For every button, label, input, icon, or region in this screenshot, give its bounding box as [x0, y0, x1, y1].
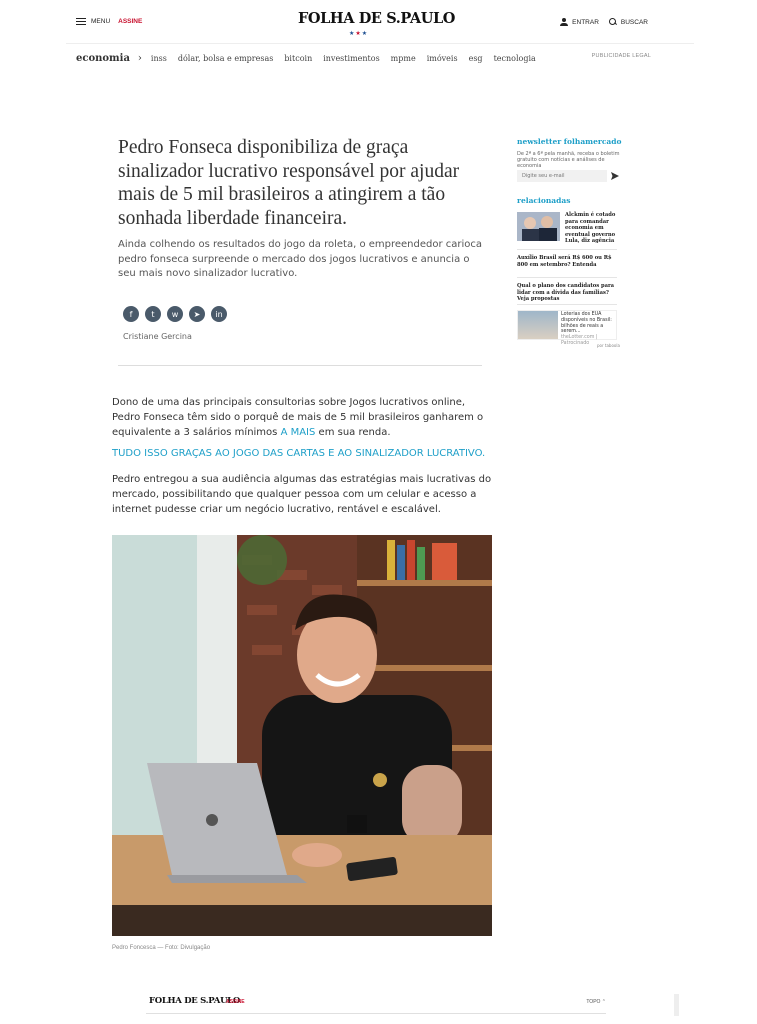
top-header: MENU ASSINE FOLHA DE S.PAULO ★★★ ENTRAR …: [66, 8, 694, 38]
login-button[interactable]: ENTRAR: [560, 18, 599, 26]
ad-image: [518, 311, 558, 339]
advertising-link[interactable]: PUBLICIDADE LEGAL: [592, 53, 651, 59]
subnav-items: inss dólar, bolsa e empresas bitcoin inv…: [151, 54, 536, 63]
subnav-item-esg[interactable]: esg: [469, 54, 483, 63]
share-bar: f t w ➤ in: [123, 306, 227, 322]
back-to-top-button[interactable]: TOPO ⌃: [586, 999, 606, 1005]
chevron-right-icon: ›: [137, 52, 142, 64]
login-label: ENTRAR: [572, 18, 599, 26]
article-divider: [118, 365, 482, 366]
article-headline: Pedro Fonseca disponibiliza de graça sin…: [118, 137, 460, 229]
article-paragraph-2: Pedro entregou a sua audiência algumas d…: [112, 474, 492, 515]
bottom-bar-divider: [146, 1013, 606, 1014]
search-button[interactable]: BUSCAR: [608, 18, 648, 26]
related-separator: [517, 277, 617, 278]
article-photo: [112, 535, 492, 936]
related-item-3[interactable]: Qual o plano dos candidatos para lidar c…: [517, 283, 617, 303]
subnav-item-inss[interactable]: inss: [151, 54, 167, 63]
section-nav: economia › inss dólar, bolsa e empresas …: [76, 51, 651, 65]
subnav-item-tecnologia[interactable]: tecnologia: [494, 54, 536, 63]
facebook-icon[interactable]: f: [123, 306, 139, 322]
section-title[interactable]: economia: [76, 53, 130, 64]
sticky-bottom-bar: FOLHA DE S.PAULO ASSINE TOPO ⌃: [146, 996, 606, 1010]
newsletter-title[interactable]: newsletter folhamercado: [517, 137, 622, 146]
newsletter-email-input[interactable]: [517, 170, 607, 182]
scrollbar[interactable]: [674, 994, 679, 1016]
menu-button[interactable]: MENU ASSINE: [76, 18, 142, 25]
search-icon: [608, 18, 617, 26]
subnav-item-investimentos[interactable]: investimentos: [323, 54, 379, 63]
related-item-2[interactable]: Auxílio Brasil será R$ 600 ou R$ 800 em …: [517, 255, 617, 268]
article-paragraph-1: Dono de uma das principais consultorias …: [112, 395, 494, 440]
twitter-icon[interactable]: t: [145, 306, 161, 322]
user-icon: [560, 18, 569, 26]
subnav-item-imoveis[interactable]: imóveis: [427, 54, 458, 63]
related-thumbnail[interactable]: [517, 212, 560, 241]
sponsored-ad[interactable]: Loterias dos EUA disponíveis no Brasil: …: [517, 310, 617, 346]
taboola-label[interactable]: por taboola: [597, 343, 620, 348]
newsletter-description: De 2ª a 6ª pela manhã, receba o boletim …: [517, 151, 620, 169]
subscribe-link[interactable]: ASSINE: [118, 18, 142, 25]
related-separator: [517, 249, 617, 250]
ad-text: Loterias dos EUA disponíveis no Brasil: …: [561, 312, 617, 347]
subnav-item-bitcoin[interactable]: bitcoin: [284, 54, 312, 63]
related-separator: [517, 304, 617, 305]
search-label: BUSCAR: [620, 18, 648, 26]
telegram-icon[interactable]: ➤: [189, 306, 205, 322]
related-item-1[interactable]: Alckmin é cotado para comandar economia …: [565, 212, 620, 245]
inline-link[interactable]: A MAIS: [281, 427, 316, 438]
photo-illustration: [112, 535, 492, 936]
related-thumbnail-image: [517, 212, 560, 241]
send-icon[interactable]: [610, 171, 620, 181]
bottom-subscribe-link[interactable]: ASSINE: [226, 999, 245, 1005]
menu-label: MENU: [91, 18, 111, 25]
hamburger-icon: [76, 18, 86, 25]
whatsapp-icon[interactable]: w: [167, 306, 183, 322]
subnav-item-dolar[interactable]: dólar, bolsa e empresas: [178, 54, 273, 63]
photo-caption: Pedro Foncesca — Foto: Divulgação: [112, 945, 211, 951]
header-actions: ENTRAR BUSCAR: [560, 18, 648, 26]
paragraph-text: em sua renda.: [315, 427, 391, 438]
article-lead: Ainda colhendo os resultados do jogo da …: [118, 239, 483, 279]
article-author[interactable]: Cristiane Gercina: [123, 332, 192, 341]
subnav-item-mpme[interactable]: mpme: [391, 54, 416, 63]
header-divider: [66, 43, 694, 44]
logo-stars: ★★★: [349, 30, 369, 37]
site-logo[interactable]: FOLHA DE S.PAULO: [298, 10, 455, 27]
ad-headline: Loterias dos EUA disponíveis no Brasil: …: [561, 312, 612, 335]
highlight-link[interactable]: TUDO ISSO GRAÇAS AO JOGO DAS CARTAS E AO…: [112, 448, 494, 459]
linkedin-icon[interactable]: in: [211, 306, 227, 322]
related-title: relacionadas: [517, 196, 571, 205]
